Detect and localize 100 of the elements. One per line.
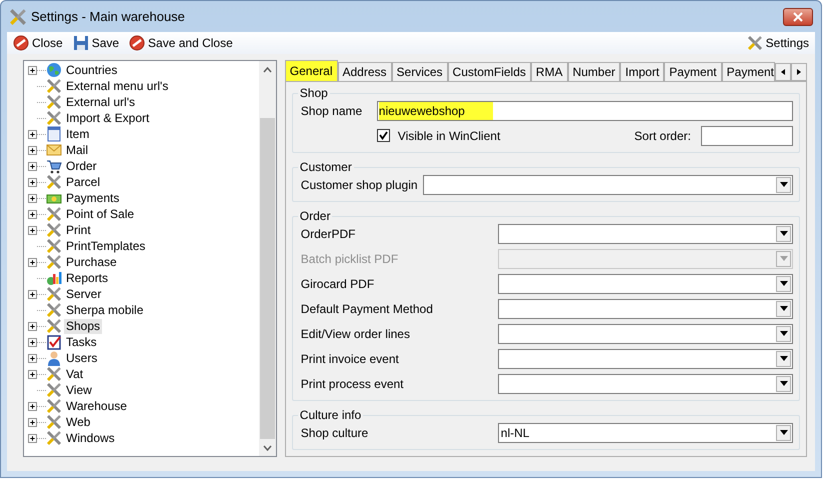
text-field[interactable] — [701, 126, 793, 146]
envelope-icon — [46, 142, 62, 158]
scrollbar[interactable] — [258, 61, 276, 456]
expand-icon[interactable] — [28, 210, 37, 218]
tab[interactable]: Payment — [722, 62, 775, 81]
tab[interactable]: Services — [392, 62, 448, 81]
tree-item[interactable]: PrintTemplates — [64, 238, 148, 254]
expand-icon[interactable] — [28, 146, 37, 154]
tree-item[interactable]: Import & Export — [64, 110, 152, 126]
tab[interactable]: Number — [568, 62, 620, 81]
text-field[interactable]: nieuwewebshop — [376, 100, 793, 120]
tree-item[interactable]: Countries — [64, 62, 120, 78]
expand-icon[interactable] — [28, 66, 37, 74]
expand-icon[interactable] — [28, 322, 37, 330]
expand-icon[interactable] — [28, 418, 37, 426]
expand-icon[interactable] — [28, 258, 37, 266]
dropdown[interactable] — [498, 274, 793, 294]
expand-icon[interactable] — [28, 370, 37, 378]
save-button[interactable]: Save — [70, 34, 122, 52]
scroll-left-button[interactable] — [775, 63, 791, 81]
tools-icon — [746, 35, 763, 51]
tree-item[interactable]: Web — [64, 414, 92, 430]
field-label: Batch picklist PDF — [300, 250, 400, 268]
expand-icon[interactable] — [28, 178, 37, 186]
tree-item[interactable]: Mail — [64, 142, 90, 158]
expand-icon[interactable] — [28, 194, 37, 202]
tree-item[interactable]: Warehouse — [64, 398, 129, 414]
close-button[interactable] — [783, 8, 813, 26]
tools-icon — [46, 414, 62, 430]
tree-item[interactable]: Print — [64, 222, 93, 238]
tools-icon — [46, 318, 62, 334]
tab[interactable]: Import — [620, 62, 664, 81]
tree-item[interactable]: Shops — [64, 318, 102, 334]
caret-icon — [780, 381, 788, 386]
tree-item[interactable]: External url's — [64, 94, 137, 110]
field-label: Edit/View order lines — [300, 326, 411, 342]
group-title: Order — [298, 209, 332, 223]
close-button[interactable]: Close — [11, 34, 65, 52]
tools-icon — [46, 206, 62, 222]
checkbox[interactable] — [376, 129, 390, 142]
expand-icon[interactable] — [28, 226, 37, 234]
globe-icon — [46, 62, 62, 78]
field-label: Print invoice event — [300, 350, 400, 368]
tree-item[interactable]: Windows — [64, 430, 117, 446]
tab[interactable]: RMA — [530, 62, 568, 81]
expand-icon[interactable] — [28, 434, 37, 442]
dropdown[interactable] — [422, 174, 793, 194]
expand-icon[interactable] — [28, 130, 37, 138]
tree-item[interactable]: Server — [64, 286, 104, 302]
caret-icon — [780, 182, 788, 187]
tab[interactable]: General — [284, 60, 338, 81]
tools-icon — [46, 222, 62, 238]
checkbox-label: Visible in WinClient — [398, 128, 500, 144]
close-icon — [793, 12, 803, 22]
user-icon — [46, 350, 62, 366]
scroll-down-icon[interactable] — [262, 444, 272, 450]
tab[interactable]: Payment — [664, 62, 722, 81]
tools-icon — [9, 8, 27, 26]
no-entry-icon — [129, 35, 146, 51]
dropdown[interactable] — [498, 348, 793, 368]
settings-button[interactable]: Settings — [744, 34, 811, 52]
dropdown[interactable]: nl-NL — [498, 422, 793, 442]
expand-icon[interactable] — [28, 162, 37, 170]
field-label: OrderPDF — [300, 226, 356, 242]
tools-icon — [46, 110, 62, 126]
tools-icon — [46, 238, 62, 254]
tree-item[interactable]: Purchase — [64, 254, 119, 270]
expand-icon[interactable] — [28, 338, 37, 346]
tree-item[interactable]: Parcel — [64, 174, 102, 190]
tab[interactable]: Address — [338, 62, 392, 81]
expand-icon[interactable] — [28, 290, 37, 298]
window-icon — [46, 126, 62, 142]
dropdown[interactable] — [498, 324, 793, 344]
expand-icon[interactable] — [28, 402, 37, 410]
tree-item[interactable]: View — [64, 382, 94, 398]
tree-item[interactable]: Order — [64, 158, 99, 174]
tree-item[interactable]: Tasks — [64, 334, 99, 350]
tree-item[interactable]: Sherpa mobile — [64, 302, 146, 318]
tree-item[interactable]: External menu url's — [64, 78, 170, 94]
tab[interactable]: CustomFields — [448, 62, 531, 81]
expand-icon[interactable] — [28, 354, 37, 362]
group-title: Customer — [298, 160, 353, 174]
tree-item[interactable]: Users — [64, 350, 100, 366]
tree-item[interactable]: Vat — [64, 366, 86, 382]
tree-item[interactable]: Reports — [64, 270, 110, 286]
dropdown[interactable] — [498, 374, 793, 394]
tree-item[interactable]: Item — [64, 126, 92, 142]
dropdown[interactable] — [498, 298, 793, 318]
tree-item[interactable]: Point of Sale — [64, 206, 136, 222]
caret-icon — [780, 356, 788, 361]
tools-icon — [46, 430, 62, 446]
field-label: Sort order: — [634, 128, 691, 144]
tools-icon — [46, 94, 62, 110]
tree-item[interactable]: Payments — [64, 190, 122, 206]
left-arrow-icon — [779, 66, 787, 77]
dropdown[interactable] — [498, 224, 793, 244]
tools-icon — [46, 174, 62, 190]
scroll-right-button[interactable] — [791, 63, 807, 81]
scroll-up-icon[interactable] — [262, 66, 272, 72]
close-button[interactable]: Save and Close — [127, 34, 235, 52]
